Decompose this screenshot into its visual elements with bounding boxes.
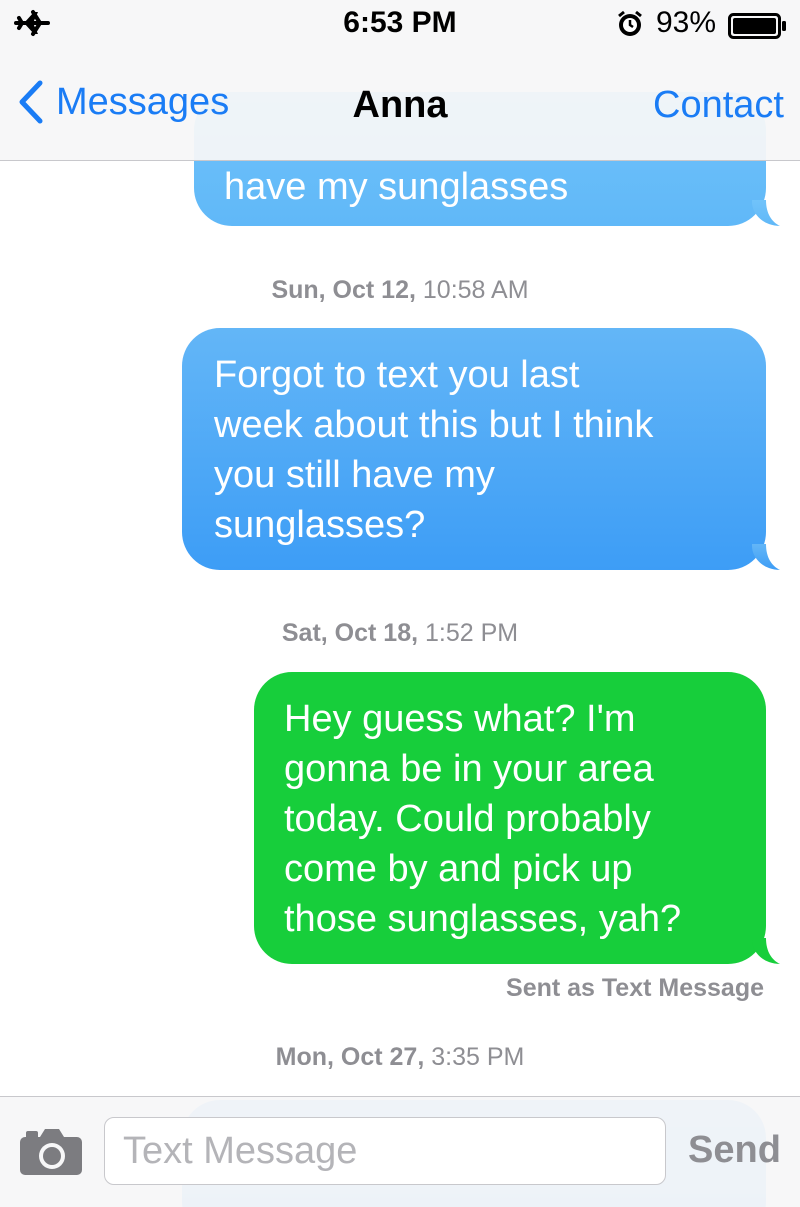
sent-as-text-label: Sent as Text Message [506, 974, 764, 1002]
timestamp-time: 3:35 PM [431, 1043, 525, 1071]
timestamp: Mon, Oct 27, 3:35 PM [0, 1043, 800, 1072]
timestamp-day: Sat, Oct 18, [281, 619, 419, 647]
contact-button[interactable]: Contact [653, 84, 784, 127]
timestamp-time: 10:58 AM [422, 276, 529, 304]
message-thread[interactable]: have my sunglasses Sun, Oct 12, 10:58 AM… [0, 0, 800, 1207]
battery-icon [728, 13, 788, 47]
battery-percent: 93% [656, 6, 717, 39]
message-text: Forgot to text you last week about this … [214, 354, 654, 546]
timestamp-day: Mon, Oct 27, [275, 1043, 425, 1071]
status-bar: 6:53 PM 93% [0, 0, 800, 50]
message-text: have my sunglasses [224, 166, 569, 208]
timestamp-day: Sun, Oct 12, [271, 276, 416, 304]
compose-bar: Send [0, 1096, 800, 1207]
camera-icon[interactable] [18, 1127, 84, 1182]
message-bubble-sent-sms[interactable]: Hey guess what? I'm gonna be in your are… [254, 672, 766, 964]
timestamp: Sun, Oct 12, 10:58 AM [0, 276, 800, 305]
message-input[interactable] [104, 1117, 666, 1185]
header: 6:53 PM 93% Messages Anna Contact [0, 0, 800, 161]
send-button[interactable]: Send [688, 1129, 781, 1172]
timestamp-time: 1:52 PM [425, 619, 519, 647]
message-text: Hey guess what? I'm gonna be in your are… [284, 698, 682, 940]
messages-screen: have my sunglasses Sun, Oct 12, 10:58 AM… [0, 0, 800, 1207]
timestamp: Sat, Oct 18, 1:52 PM [0, 619, 800, 648]
message-bubble-sent-imessage[interactable]: Forgot to text you last week about this … [182, 328, 766, 570]
alarm-icon [616, 10, 644, 46]
navigation-bar: Messages Anna Contact [0, 50, 800, 160]
